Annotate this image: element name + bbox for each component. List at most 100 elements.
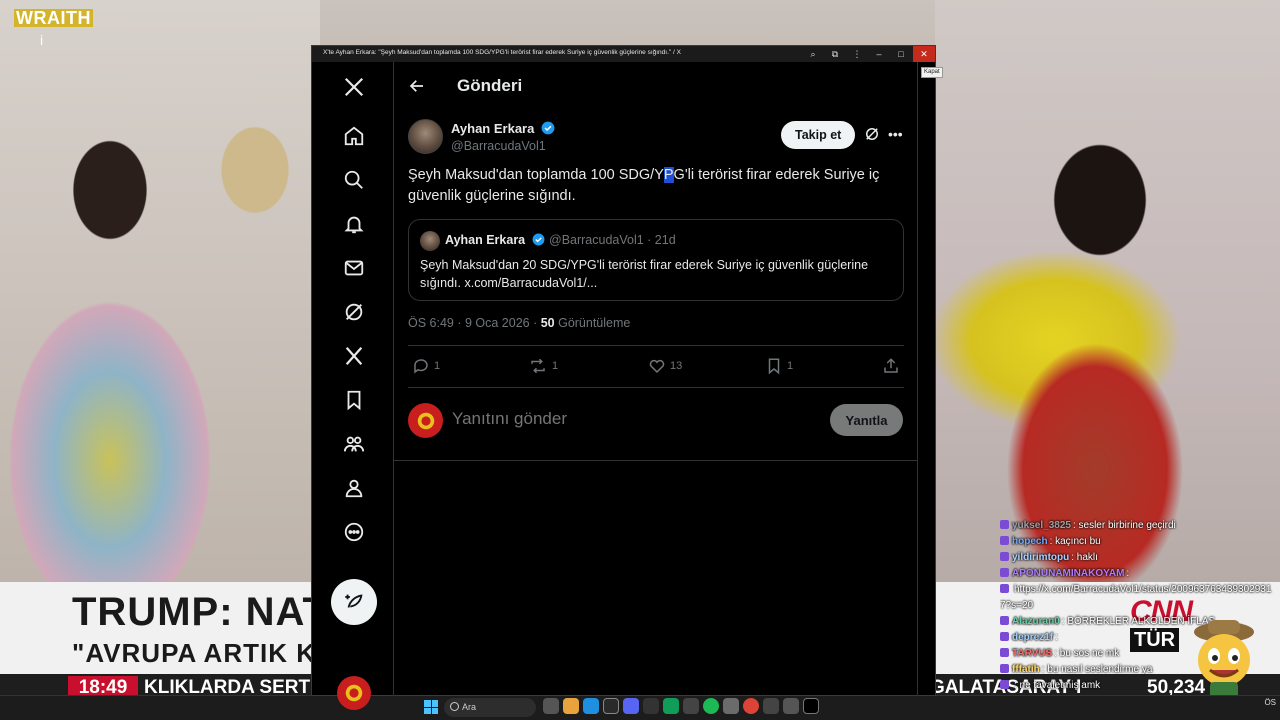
menu-icon[interactable]: ⋮ (846, 46, 868, 62)
avatar-emblem-icon (417, 412, 434, 429)
more-circle-icon[interactable] (339, 517, 369, 547)
views-label: Görüntüleme (554, 316, 631, 330)
close-icon[interactable]: ✕ (913, 46, 935, 62)
post-detail-column: Gönderi Ayhan Erkara @BarracudaVol1 Taki… (394, 62, 918, 696)
app-icon[interactable] (723, 698, 739, 714)
minimize-icon[interactable]: – (868, 46, 890, 62)
chat-text: : sesler birbirine geçirdi (1072, 520, 1176, 531)
chat-username[interactable]: hopech (1012, 536, 1048, 547)
divider (394, 460, 918, 461)
more-options-icon[interactable]: ••• (888, 125, 906, 143)
back-arrow-icon[interactable] (408, 77, 426, 95)
streamer-logo: WRAITH (14, 8, 93, 28)
author-handle[interactable]: @BarracudaVol1 (451, 139, 546, 153)
quoted-author-name: Ayhan Erkara (445, 233, 545, 247)
x-app-icon[interactable] (803, 698, 819, 714)
author-avatar[interactable] (408, 119, 443, 154)
stream-video-left (0, 0, 320, 600)
repost-action[interactable]: 1 (528, 357, 558, 375)
windows-start-icon[interactable] (424, 700, 438, 714)
zoom-icon[interactable]: ⌕ (802, 46, 824, 62)
reply-input[interactable] (452, 409, 752, 429)
chat-badge-icon (1000, 520, 1009, 529)
verified-badge-icon (541, 121, 555, 135)
feather-plus-icon (345, 594, 363, 608)
quoted-author-name-text: Ayhan Erkara (445, 233, 526, 247)
share-action[interactable] (882, 357, 900, 375)
app-icon[interactable] (783, 698, 799, 714)
messages-envelope-icon[interactable] (339, 253, 369, 283)
bookmark-icon (768, 358, 780, 375)
heart-icon (649, 359, 665, 374)
communities-icon[interactable] (339, 429, 369, 459)
search-icon (450, 702, 459, 711)
edge-icon[interactable] (583, 698, 599, 714)
post-timestamp[interactable]: ÖS 6:49 · 9 Oca 2026 · (408, 316, 541, 330)
discord-icon[interactable] (623, 698, 639, 714)
chat-username[interactable]: fffatih (1012, 664, 1040, 675)
chat-username[interactable]: TARVUS (1012, 648, 1052, 659)
like-action[interactable]: 13 (648, 357, 682, 375)
bookmark-action[interactable]: 1 (765, 357, 793, 375)
app-icon[interactable] (663, 698, 679, 714)
chat-badge-icon (1000, 632, 1009, 641)
bookmark-count: 1 (787, 360, 794, 372)
notifications-bell-icon[interactable] (339, 209, 369, 239)
grok-explain-icon[interactable] (863, 125, 881, 143)
chat-message: yildirimtopu: haklı (1000, 550, 1280, 566)
chat-badge-icon (1000, 616, 1009, 625)
grok-icon[interactable] (339, 297, 369, 327)
quoted-post[interactable]: Ayhan Erkara @BarracudaVol1 · 21d Şeyh M… (408, 219, 904, 301)
reply-submit-button[interactable]: Yanıtla (830, 404, 903, 436)
post-header: Gönderi (394, 62, 918, 112)
obs-icon[interactable] (763, 698, 779, 714)
repost-count: 1 (552, 360, 559, 372)
search-icon[interactable] (339, 165, 369, 195)
cowboy-emoji-icon (1194, 620, 1254, 698)
share-icon (884, 358, 898, 373)
maximize-icon[interactable]: □ (890, 46, 912, 62)
home-icon[interactable] (339, 121, 369, 151)
reply-action[interactable]: 1 (412, 357, 440, 375)
author-name[interactable]: Ayhan Erkara (451, 121, 555, 136)
chat-username[interactable]: deprez1f (1012, 632, 1053, 643)
spotify-icon[interactable] (703, 698, 719, 714)
window-titlebar[interactable]: X'te Ayhan Erkara: "Şeyh Maksud'dan topl… (312, 46, 935, 62)
task-view-icon[interactable] (543, 698, 559, 714)
views-count: 50 (540, 316, 555, 330)
chrome-icon[interactable] (743, 698, 759, 714)
app-icon[interactable] (643, 698, 659, 714)
stream-video-right (935, 0, 1280, 600)
chat-username[interactable]: yuksel_3825 (1012, 520, 1071, 531)
taskbar-clock[interactable]: ÖS (1248, 698, 1276, 707)
chat-badge-icon (1000, 568, 1009, 577)
browser-window: X'te Ayhan Erkara: "Şeyh Maksud'dan topl… (311, 45, 936, 710)
reply-composer-avatar (408, 403, 443, 438)
chat-username[interactable]: Alazuran0 (1012, 616, 1060, 627)
premium-x-icon[interactable] (339, 341, 369, 371)
app-icon[interactable] (603, 698, 619, 714)
bookmarks-icon[interactable] (339, 385, 369, 415)
reply-count: 1 (434, 360, 441, 372)
x-logo-icon[interactable] (339, 72, 369, 102)
chat-text: : ne tavaletmiş amk (1014, 680, 1101, 691)
extensions-icon[interactable]: ⧉ (824, 46, 846, 62)
post-actions: 1 1 13 1 (408, 357, 904, 379)
profile-icon[interactable] (339, 473, 369, 503)
close-tooltip: Kapat (921, 67, 943, 78)
chat-text: : (1126, 568, 1130, 579)
file-explorer-icon[interactable] (563, 698, 579, 714)
chat-message: APONUNAMINAKOYAM: (1000, 566, 1280, 582)
account-avatar[interactable] (337, 676, 371, 710)
news-subheadline: "AVRUPA ARTIK K (72, 638, 316, 668)
compose-post-button[interactable] (331, 579, 377, 625)
chat-username[interactable]: APONUNAMINAKOYAM (1012, 568, 1124, 579)
app-icon[interactable] (683, 698, 699, 714)
like-count: 13 (670, 360, 683, 372)
chat-message: yuksel_3825: sesler birbirine geçirdi (1000, 518, 1280, 534)
chat-message: https://x.com/BarracudaVol1/status/20096… (1000, 582, 1278, 614)
post-meta: ÖS 6:49 · 9 Oca 2026 · 50 Görüntüleme (408, 316, 630, 330)
chat-username[interactable]: yildirimtopu (1012, 552, 1069, 563)
streamer-logo-sub: i (40, 32, 44, 48)
follow-button[interactable]: Takip et (781, 121, 856, 149)
